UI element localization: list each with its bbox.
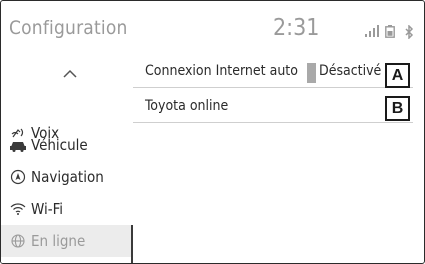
setting-row-auto-internet[interactable]: Connexion Internet auto Désactivé bbox=[133, 53, 413, 88]
toggle-value: Désactivé bbox=[319, 63, 382, 79]
setting-label: Toyota online bbox=[145, 98, 229, 114]
bluetooth-icon bbox=[405, 25, 414, 39]
wifi-icon bbox=[10, 203, 26, 215]
settings-screen: Configuration 2:31 Voix Véhicule Navigat… bbox=[0, 0, 425, 264]
sidebar-item-navigation[interactable]: Navigation bbox=[1, 161, 133, 193]
sidebar-item-wifi[interactable]: Wi-Fi bbox=[1, 193, 133, 225]
sidebar-item-label: Wi-Fi bbox=[31, 200, 64, 218]
compass-icon bbox=[10, 169, 26, 185]
sidebar-item-en-ligne[interactable]: En ligne bbox=[1, 225, 133, 263]
toggle-indicator[interactable] bbox=[307, 63, 316, 83]
sidebar-item-label: Véhicule bbox=[31, 136, 88, 154]
sidebar-item-label: Navigation bbox=[31, 168, 104, 186]
page-title: Configuration bbox=[9, 17, 128, 39]
car-icon bbox=[10, 142, 26, 152]
signal-icon bbox=[365, 25, 379, 37]
status-icons bbox=[365, 25, 421, 41]
setting-row-toyota-online[interactable]: Toyota online bbox=[133, 88, 413, 123]
settings-sidebar: Voix Véhicule Navigation Wi-Fi En ligne bbox=[1, 47, 133, 263]
status-bar: Configuration 2:31 bbox=[1, 1, 424, 47]
sidebar-item-vehicule[interactable]: Véhicule bbox=[1, 129, 133, 161]
callout-a: A bbox=[385, 63, 410, 88]
setting-label: Connexion Internet auto bbox=[145, 63, 298, 79]
callout-b: B bbox=[385, 96, 410, 121]
sidebar-item-label: En ligne bbox=[31, 232, 86, 250]
globe-icon bbox=[11, 234, 25, 248]
clock: 2:31 bbox=[273, 15, 320, 41]
chevron-up-icon[interactable] bbox=[63, 69, 77, 78]
settings-list: Connexion Internet auto Désactivé A Toyo… bbox=[133, 53, 424, 263]
battery-icon bbox=[385, 25, 395, 38]
